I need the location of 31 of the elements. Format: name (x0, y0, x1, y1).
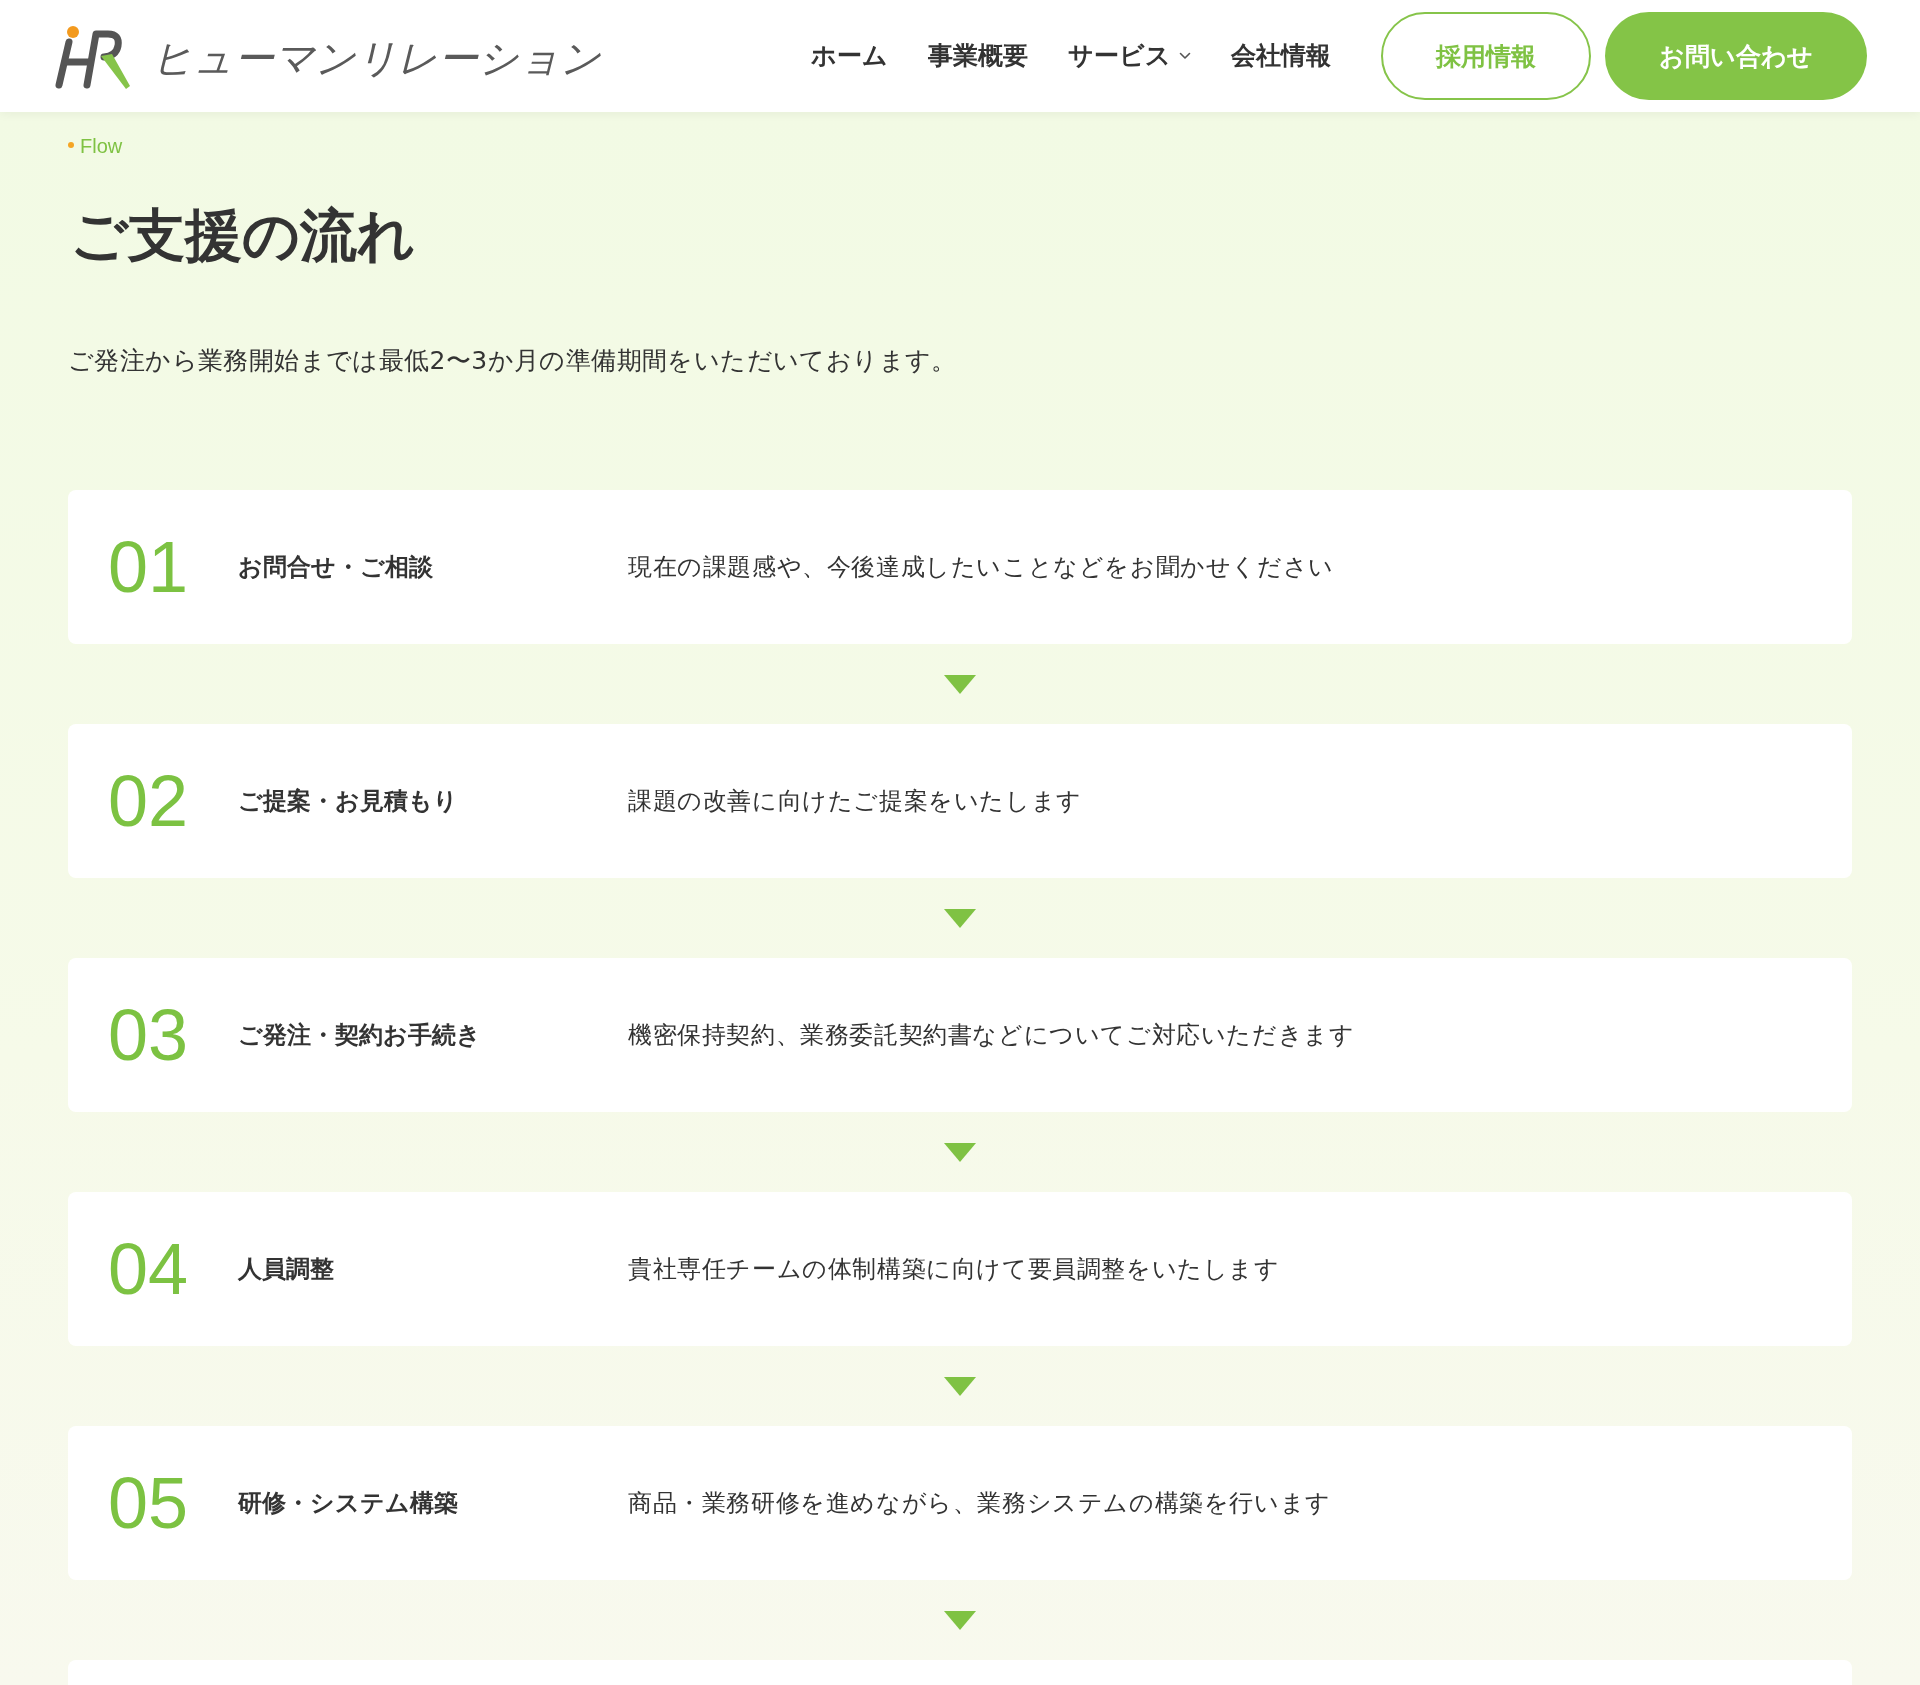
step-description: 商品・業務研修を進めながら、業務システムの構築を行います (628, 1488, 1331, 1519)
step-number: 02 (108, 763, 189, 839)
step-title: ご発注・契約お手続き (238, 1020, 483, 1051)
step-title: 人員調整 (238, 1254, 336, 1285)
step-number: 01 (108, 529, 189, 605)
step-title: ご提案・お見積もり (238, 786, 460, 817)
nav-link[interactable]: 事業概要 (928, 40, 1028, 72)
logo-mark-icon (52, 25, 132, 91)
step-title: お問合せ・ご相談 (238, 552, 435, 583)
step-title: 研修・システム構築 (238, 1488, 460, 1519)
arrow-down-icon (944, 1376, 976, 1396)
arrow-down-icon (944, 1610, 976, 1630)
step-number: 05 (108, 1465, 189, 1541)
nav-link[interactable]: ホーム (811, 40, 888, 72)
section-label: Flow (80, 134, 123, 158)
step-description: 課題の改善に向けたご提案をいたします (628, 786, 1082, 817)
step-description: 機密保持契約、業務委託契約書などについてご対応いただきます (628, 1020, 1355, 1051)
nav-link[interactable]: サービス (1068, 40, 1191, 72)
arrow-down-icon (944, 908, 976, 928)
logo-link[interactable]: ヒューマンリレーション (52, 25, 601, 91)
caret-icon (1179, 52, 1191, 60)
page-title: ご支援の流れ (70, 201, 416, 270)
step-number: 04 (108, 1231, 189, 1307)
arrow-down-icon (944, 674, 976, 694)
step-description: 現在の課題感や、今後達成したいことなどをお聞かせください (628, 552, 1334, 583)
nav-link[interactable]: 会社情報 (1231, 40, 1331, 72)
bullet-icon (68, 141, 74, 148)
step-description: 貴社専任チームの体制構築に向けて要員調整をいたします (628, 1254, 1280, 1285)
arrow-down-icon (944, 1142, 976, 1162)
intro-text: ご発注から業務開始までは最低2〜3か月の準備期間をいただいております。 (68, 345, 958, 377)
step-number: 03 (108, 997, 189, 1073)
